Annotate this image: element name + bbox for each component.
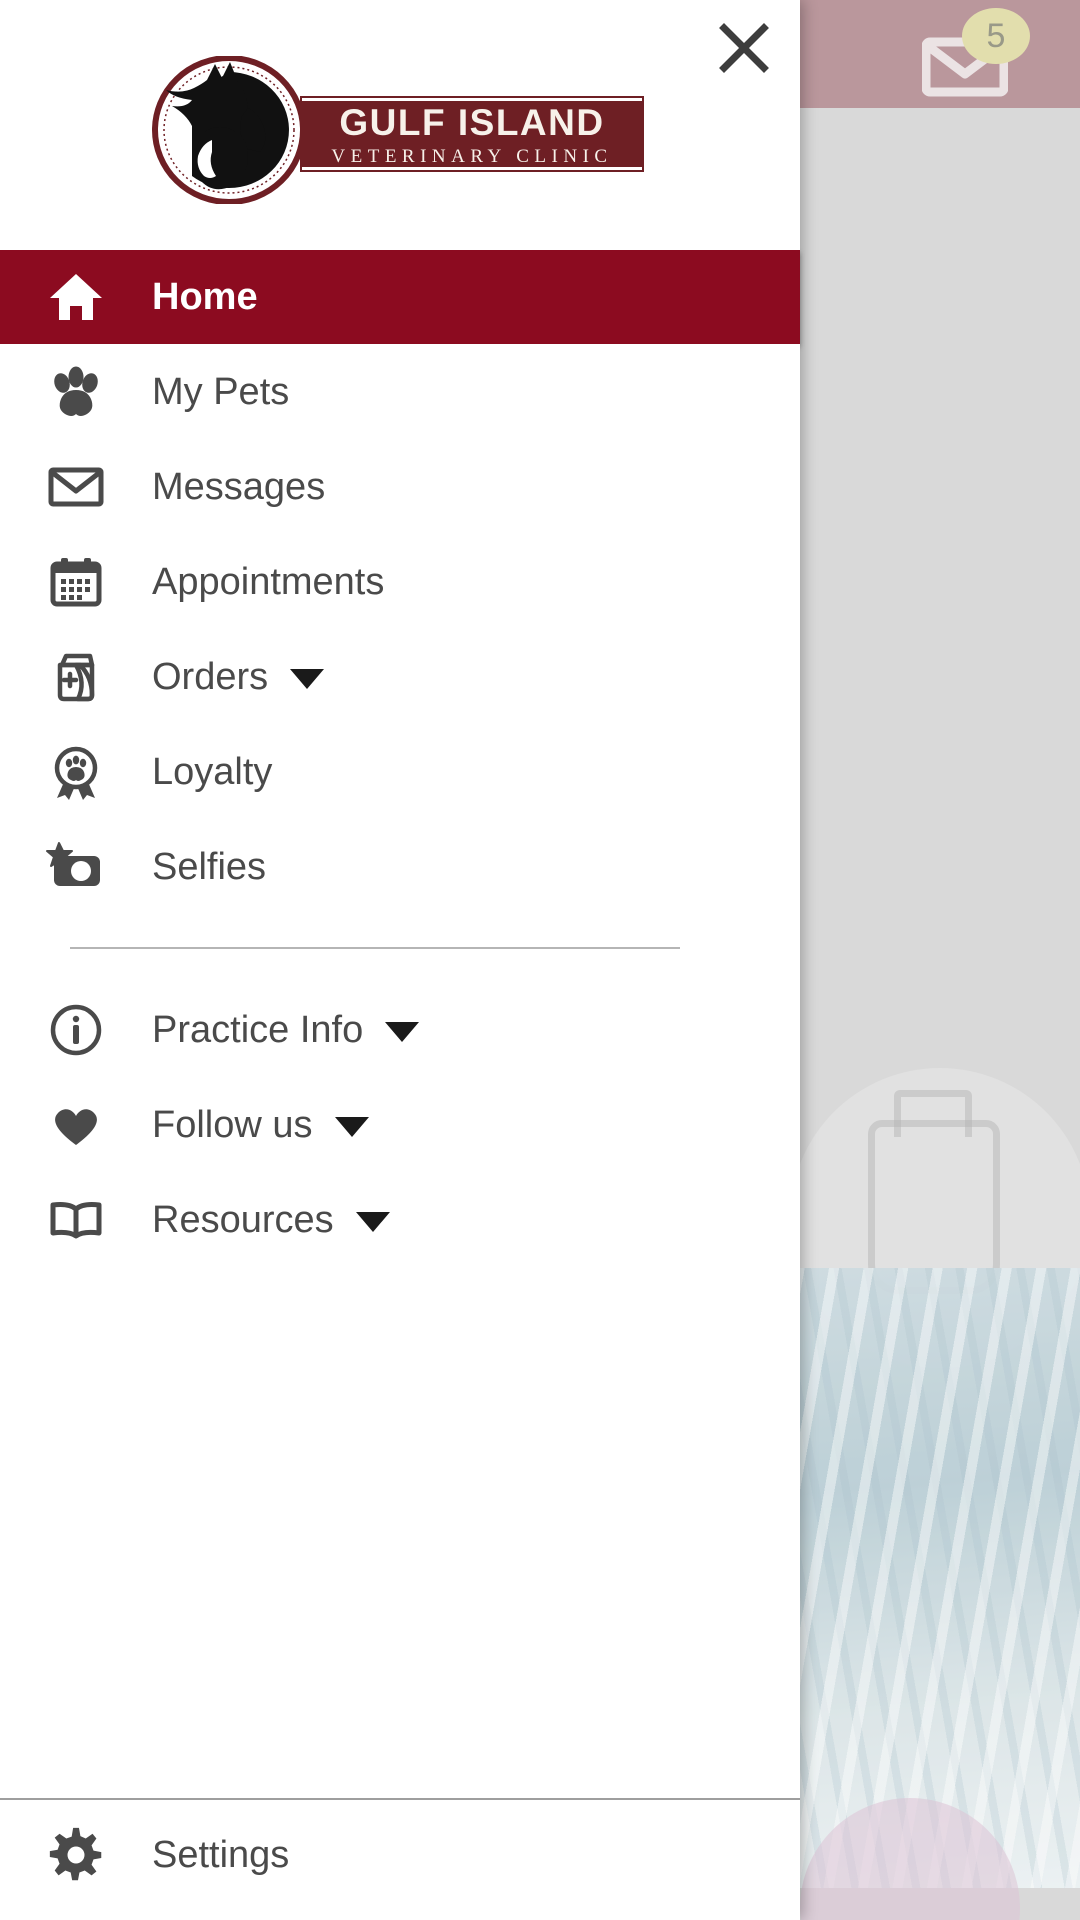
chevron-down-icon[interactable]	[334, 1116, 369, 1137]
sidebar-item-loyalty[interactable]: Loyalty	[0, 724, 800, 819]
primary-menu: Home My Pets Messages Appointments Order…	[0, 250, 800, 914]
message-count-value: 5	[986, 16, 1006, 55]
sidebar-item-appointments[interactable]: Appointments	[0, 534, 800, 629]
sidebar-item-label: Home	[152, 276, 258, 318]
chevron-down-icon[interactable]	[355, 1211, 390, 1232]
sidebar-item-my-pets[interactable]: My Pets	[0, 344, 800, 439]
chevron-down-icon[interactable]	[385, 1021, 420, 1042]
sidebar-item-settings[interactable]: Settings	[0, 1800, 800, 1910]
background-water-image	[760, 1268, 1080, 1888]
home-icon	[0, 268, 152, 326]
sidebar-item-practice-info[interactable]: Practice Info	[0, 982, 800, 1077]
menu-section-divider	[70, 947, 680, 949]
heart-icon	[0, 1095, 152, 1155]
sidebar-item-label: Selfies	[152, 845, 267, 888]
calendar-icon	[0, 552, 152, 612]
sidebar-item-label: Resources	[152, 1198, 334, 1241]
sidebar-item-resources[interactable]: Resources	[0, 1172, 800, 1267]
chevron-down-icon[interactable]	[290, 668, 325, 689]
message-count-badge: 5	[962, 8, 1030, 64]
sidebar-item-label: Messages	[152, 465, 326, 508]
sidebar-item-label: Settings	[152, 1834, 290, 1876]
drawer-header: GULF ISLAND VETERINARY CLINIC	[0, 0, 800, 250]
sidebar-item-orders[interactable]: Orders	[0, 629, 800, 724]
sidebar-item-label: Orders	[152, 655, 269, 698]
camera-star-icon	[0, 836, 152, 898]
navigation-drawer: GULF ISLAND VETERINARY CLINIC Home My Pe…	[0, 0, 800, 1920]
sidebar-item-label: Loyalty	[152, 750, 273, 793]
sidebar-item-selfies[interactable]: Selfies	[0, 819, 800, 914]
clinic-subtitle: VETERINARY CLINIC	[331, 146, 613, 167]
food-bag-icon	[0, 647, 152, 707]
sidebar-item-messages[interactable]: Messages	[0, 439, 800, 534]
info-circle-icon	[0, 1000, 152, 1060]
close-icon[interactable]	[706, 10, 782, 86]
medal-paw-icon	[0, 742, 152, 802]
envelope-icon	[0, 456, 152, 518]
sidebar-item-home[interactable]: Home	[0, 250, 800, 344]
sidebar-item-label: Follow us	[152, 1103, 313, 1146]
sidebar-item-label: Practice Info	[152, 1008, 364, 1051]
sidebar-item-label: Appointments	[152, 560, 385, 603]
book-icon	[0, 1189, 152, 1251]
clinic-animal-badge-icon	[152, 56, 307, 204]
sidebar-item-follow-us[interactable]: Follow us	[0, 1077, 800, 1172]
footer-menu: Settings	[0, 1800, 800, 1920]
clinic-name-banner: GULF ISLAND VETERINARY CLINIC	[302, 98, 642, 170]
sidebar-item-label: My Pets	[152, 370, 290, 413]
secondary-menu: Practice Info Follow us Resources	[0, 982, 800, 1798]
paw-icon	[0, 363, 152, 421]
clinic-name: GULF ISLAND	[339, 102, 605, 143]
gear-icon	[0, 1826, 152, 1884]
clinic-logo: GULF ISLAND VETERINARY CLINIC	[152, 56, 642, 204]
